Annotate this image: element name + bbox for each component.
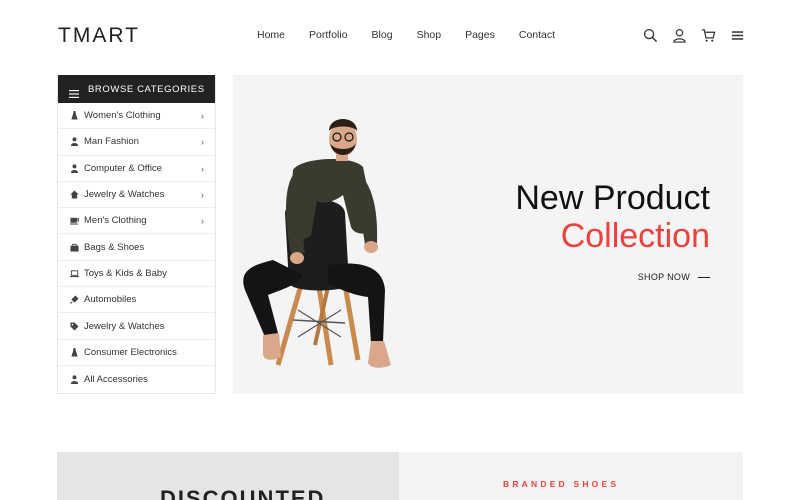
shop-now-label: SHOP NOW xyxy=(637,272,690,282)
category-item[interactable]: All Accessories xyxy=(58,366,215,392)
category-item[interactable]: Bags & Shoes xyxy=(58,234,215,261)
coffee-icon xyxy=(70,216,79,225)
bag-icon xyxy=(70,243,79,252)
chevron-right-icon: › xyxy=(201,111,204,121)
menu-icon[interactable] xyxy=(730,28,745,43)
sidebar-title: BROWSE CATEGORIES xyxy=(88,83,205,95)
category-item[interactable]: Women's Clothing › xyxy=(58,103,215,130)
nav-blog[interactable]: Blog xyxy=(372,29,393,41)
category-item[interactable]: Jewelry & Watches › xyxy=(58,182,215,209)
category-item[interactable]: Jewelry & Watches xyxy=(58,313,215,340)
category-item[interactable]: Computer & Office › xyxy=(58,156,215,182)
nav-contact[interactable]: Contact xyxy=(519,29,555,41)
category-sidebar: BROWSE CATEGORIES Women's Clothing › Man… xyxy=(57,75,216,394)
header-icons xyxy=(643,28,745,43)
person-icon xyxy=(70,137,79,147)
branded-shoes-label: BRANDED SHOES xyxy=(503,479,620,489)
discounted-banner[interactable]: DISCOUNTED xyxy=(57,452,399,500)
category-label: All Accessories xyxy=(84,373,148,385)
category-label: Jewelry & Watches xyxy=(84,320,165,332)
branded-shoes-banner[interactable]: BRANDED SHOES xyxy=(399,452,743,500)
tag-icon xyxy=(70,321,79,331)
site-logo[interactable]: TMART xyxy=(58,24,140,48)
category-label: Consumer Electronics xyxy=(84,346,177,358)
shop-now-link[interactable]: SHOP NOW xyxy=(638,272,710,282)
main-nav: Home Portfolio Blog Shop Pages Contact xyxy=(257,29,555,41)
chevron-right-icon: › xyxy=(201,163,204,174)
nav-portfolio[interactable]: Portfolio xyxy=(309,29,348,41)
home-icon xyxy=(70,190,79,199)
hamburger-icon xyxy=(69,85,79,98)
hero-title-line1: New Product xyxy=(515,179,710,217)
cart-icon[interactable] xyxy=(701,28,716,43)
hero-title-line2: Collection xyxy=(560,217,710,255)
chevron-right-icon: › xyxy=(201,137,204,148)
plug-icon xyxy=(70,295,79,305)
category-label: Man Fashion xyxy=(84,136,139,148)
laptop-icon xyxy=(70,269,79,278)
category-label: Jewelry & Watches xyxy=(84,189,165,201)
shop-now-dash xyxy=(698,276,710,278)
search-icon[interactable] xyxy=(643,28,658,43)
category-item[interactable]: Toys & Kids & Baby xyxy=(58,261,215,288)
dress-icon xyxy=(70,347,79,357)
user-icon[interactable] xyxy=(672,28,687,43)
chevron-right-icon: › xyxy=(201,216,204,227)
category-label: Women's Clothing xyxy=(84,110,161,122)
nav-shop[interactable]: Shop xyxy=(417,29,442,41)
browse-categories-header[interactable]: BROWSE CATEGORIES xyxy=(58,75,215,103)
category-label: Toys & Kids & Baby xyxy=(84,267,167,279)
category-label: Computer & Office xyxy=(84,162,162,174)
hero-banner: New Product Collection SHOP NOW xyxy=(233,75,743,394)
dress-icon xyxy=(70,111,79,120)
hero-model-image xyxy=(243,119,391,368)
category-label: Automobiles xyxy=(84,294,137,306)
category-item[interactable]: Automobiles xyxy=(58,287,215,314)
category-list: Women's Clothing › Man Fashion › Compute… xyxy=(58,103,215,392)
site-header: TMART Home Portfolio Blog Shop Pages Con… xyxy=(0,0,800,72)
person-icon xyxy=(70,374,79,384)
chevron-right-icon: › xyxy=(201,189,204,200)
category-item[interactable]: Consumer Electronics xyxy=(58,340,215,366)
category-label: Men's Clothing xyxy=(84,215,147,227)
discounted-banner-text: DISCOUNTED xyxy=(160,486,326,500)
category-item[interactable]: Men's Clothing › xyxy=(58,208,215,235)
category-item[interactable]: Man Fashion › xyxy=(58,129,215,156)
nav-pages[interactable]: Pages xyxy=(465,29,495,41)
nav-home[interactable]: Home xyxy=(257,29,285,41)
hero-title: New Product Collection xyxy=(515,179,710,255)
person-icon xyxy=(70,164,79,173)
category-label: Bags & Shoes xyxy=(84,241,145,253)
